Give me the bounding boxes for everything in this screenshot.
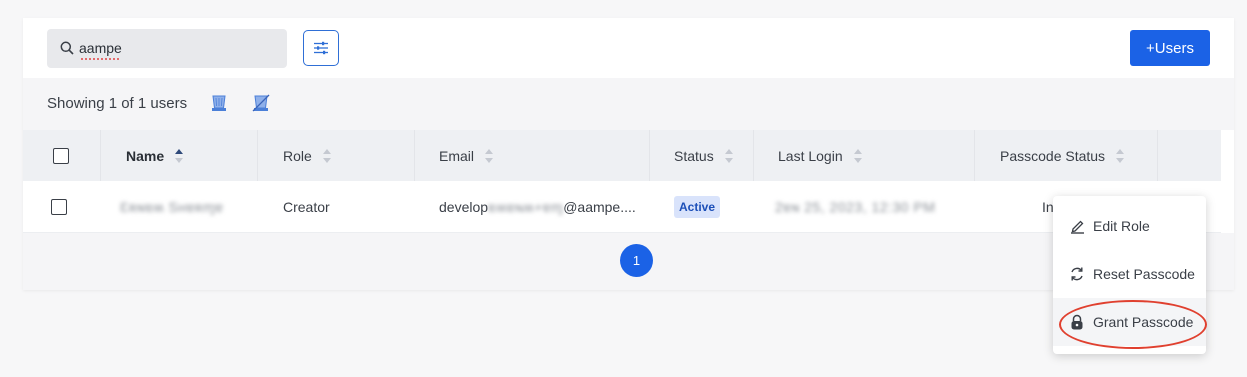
user-role: Creator — [283, 199, 330, 215]
sort-icon[interactable] — [724, 148, 734, 164]
email-cell: develop ɐʍɐɴʍ+ɐɱ @aampe.... — [439, 181, 636, 233]
email-redacted: ɐʍɐɴʍ+ɐɱ — [488, 199, 564, 215]
last-login-value: 2ɐɴ 25, 2023, 12:30 PM — [775, 199, 936, 215]
column-header-role[interactable]: Role — [283, 130, 332, 181]
sliders-icon — [314, 41, 328, 55]
column-header-name[interactable]: Name — [126, 130, 184, 181]
menu-item-reset-passcode[interactable]: Reset Passcode — [1053, 250, 1206, 298]
page-button-1[interactable]: 1 — [620, 244, 653, 277]
select-all-checkbox[interactable] — [53, 147, 69, 164]
spellcheck-underline — [80, 58, 120, 61]
status-cell: Active — [674, 181, 721, 233]
role-cell: Creator — [283, 181, 330, 233]
row-checkbox[interactable] — [51, 199, 67, 215]
pencil-icon — [1071, 220, 1084, 234]
status-badge: Active — [674, 196, 721, 218]
column-header-last-login[interactable]: Last Login — [778, 130, 863, 181]
column-header-status[interactable]: Status — [674, 130, 734, 181]
menu-item-label: Grant Passcode — [1093, 314, 1194, 330]
results-summary: Showing 1 of 1 users — [47, 95, 188, 112]
refresh-icon — [1071, 267, 1083, 281]
toolbar: +Users — [23, 18, 1234, 78]
column-hide-icon[interactable] — [252, 94, 270, 112]
add-users-button[interactable]: +Users — [1130, 30, 1210, 66]
select-all-cell — [53, 130, 69, 181]
sort-icon[interactable] — [484, 148, 494, 164]
column-toggle-icon[interactable] — [211, 94, 227, 112]
passcode-status-cell: In — [1042, 181, 1054, 233]
email-prefix: develop — [439, 199, 489, 215]
passcode-status-value: In — [1042, 199, 1054, 215]
summary-bar: Showing 1 of 1 users — [23, 78, 1234, 130]
lock-icon — [1071, 314, 1083, 330]
column-label: Passcode Status — [1000, 147, 1106, 164]
search-box[interactable] — [47, 29, 287, 68]
sort-asc-icon[interactable] — [174, 148, 184, 164]
last-login-cell: 2ɐɴ 25, 2023, 12:30 PM — [775, 181, 935, 233]
table-row[interactable]: Ɛʀɴɐʍ Sʜɐʀɱɐ Creator develop ɐʍɐɴʍ+ɐɱ @a… — [23, 181, 1221, 233]
email-suffix: @aampe.... — [563, 199, 636, 215]
column-header-passcode-status[interactable]: Passcode Status — [1000, 130, 1125, 181]
sort-icon[interactable] — [1115, 148, 1125, 164]
name-cell: Ɛʀɴɐʍ Sʜɐʀɱɐ — [120, 181, 223, 233]
search-input[interactable] — [79, 37, 279, 59]
column-label: Status — [674, 147, 714, 164]
menu-item-label: Edit Role — [1093, 218, 1150, 234]
menu-item-grant-passcode[interactable]: Grant Passcode — [1053, 298, 1206, 346]
user-name: Ɛʀɴɐʍ Sʜɐʀɱɐ — [120, 199, 224, 215]
row-select-cell — [51, 181, 67, 233]
column-label: Name — [126, 147, 165, 164]
column-label: Role — [283, 147, 312, 164]
filter-button[interactable] — [303, 30, 339, 66]
menu-item-label: Reset Passcode — [1093, 266, 1195, 282]
menu-item-edit-role[interactable]: Edit Role — [1053, 202, 1206, 250]
search-icon — [60, 41, 74, 55]
column-header-email[interactable]: Email — [439, 130, 494, 181]
column-label: Email — [439, 147, 475, 164]
table-header: Name Role Email Status Last Login Passco… — [23, 130, 1221, 232]
row-actions-menu: Edit Role Reset Passcode Grant Passcode — [1053, 196, 1206, 354]
column-label: Last Login — [778, 147, 843, 164]
sort-icon[interactable] — [322, 148, 332, 164]
sort-icon[interactable] — [853, 148, 863, 164]
